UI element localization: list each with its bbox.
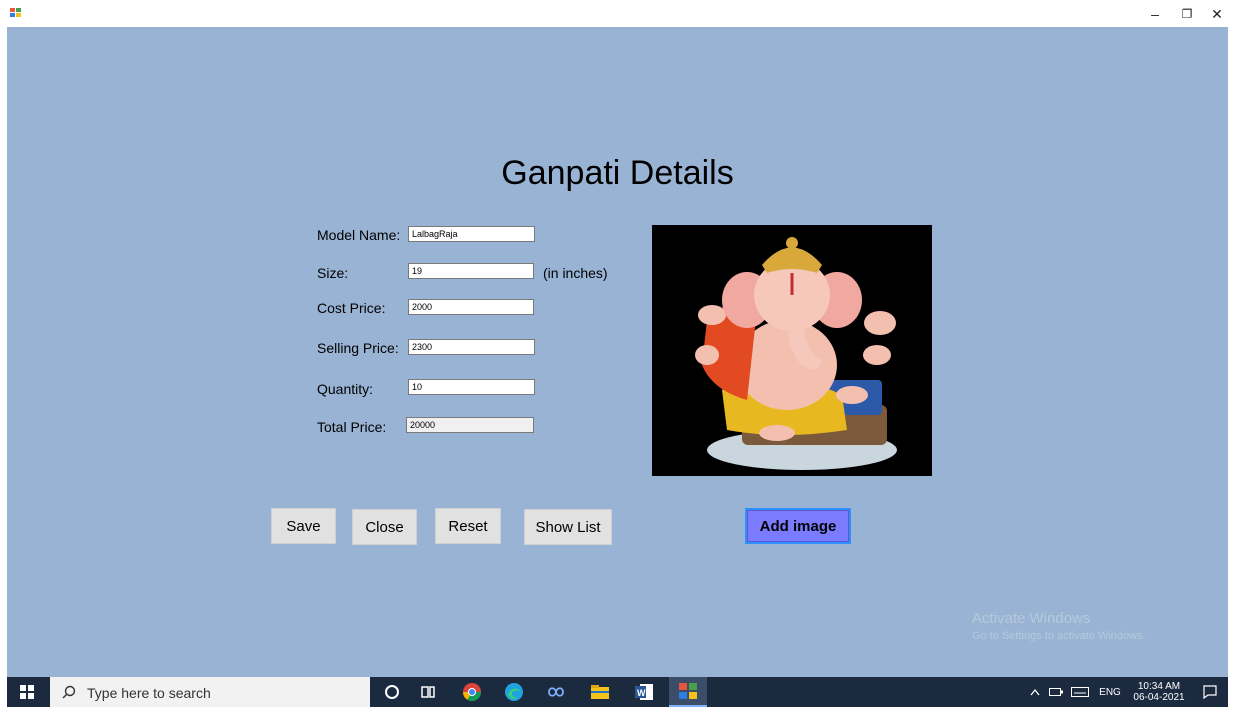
total-price-field[interactable]: 20000 [406,417,534,433]
activate-windows-title: Activate Windows [972,610,1091,627]
minimize-button[interactable]: – [1140,4,1170,24]
window-titlebar: – ❐ ✕ [0,0,1235,27]
active-app-icon[interactable] [669,677,707,707]
cost-price-label: Cost Price: [317,300,386,316]
battery-icon[interactable] [1047,677,1065,707]
edge-icon[interactable] [497,677,531,707]
task-view-icon[interactable] [411,677,445,707]
cortana-icon[interactable] [375,677,409,707]
chevron-up-icon[interactable] [1027,677,1043,707]
windows-logo-icon [20,685,34,699]
search-icon [62,685,76,699]
search-placeholder: Type here to search [87,685,211,701]
add-image-button[interactable]: Add image [745,508,851,544]
size-field[interactable]: 19 [408,263,534,279]
reset-button[interactable]: Reset [435,508,501,544]
infinity-app-icon[interactable] [539,677,573,707]
model-name-field[interactable]: LalbagRaja [408,226,535,242]
notification-icon[interactable] [1195,677,1225,707]
close-button[interactable]: Close [352,509,417,545]
show-list-button[interactable]: Show List [524,509,612,545]
size-unit-label: (in inches) [543,265,608,281]
page-title: Ganpati Details [501,154,734,192]
word-icon[interactable]: W [627,677,661,707]
keyboard-icon[interactable] [1069,677,1091,707]
cost-price-field[interactable]: 2000 [408,299,534,315]
quantity-label: Quantity: [317,381,374,397]
size-label: Size: [317,265,349,281]
svg-text:W: W [637,688,646,698]
clock-date: 06-04-2021 [1133,692,1185,703]
language-indicator[interactable]: ENG [1097,677,1123,707]
selling-price-field[interactable]: 2300 [408,339,535,355]
chrome-icon[interactable] [455,677,489,707]
taskbar-search-box[interactable]: Type here to search [50,677,370,707]
app-icon [10,8,22,18]
save-button[interactable]: Save [271,508,336,544]
windows-taskbar: Type here to search W ENG 10:34 AM 06-04… [7,677,1228,707]
idol-illustration [695,237,897,470]
form-client-area: Ganpati Details Model Name: Size: Cost P… [7,27,1228,677]
restore-button[interactable]: ❐ [1172,4,1202,24]
file-explorer-icon[interactable] [583,677,617,707]
clock-time: 10:34 AM [1137,681,1181,692]
total-price-label: Total Price: [317,419,387,435]
close-window-button[interactable]: ✕ [1202,4,1232,24]
clock[interactable]: 10:34 AM 06-04-2021 [1129,677,1189,707]
selling-price-label: Selling Price: [317,340,399,356]
quantity-field[interactable]: 10 [408,379,535,395]
activate-windows-subtitle: Go to Settings to activate Windows. [972,630,1146,642]
start-button[interactable] [7,677,47,707]
model-name-label: Model Name: [317,227,401,243]
ganpati-idol-image [652,225,932,476]
